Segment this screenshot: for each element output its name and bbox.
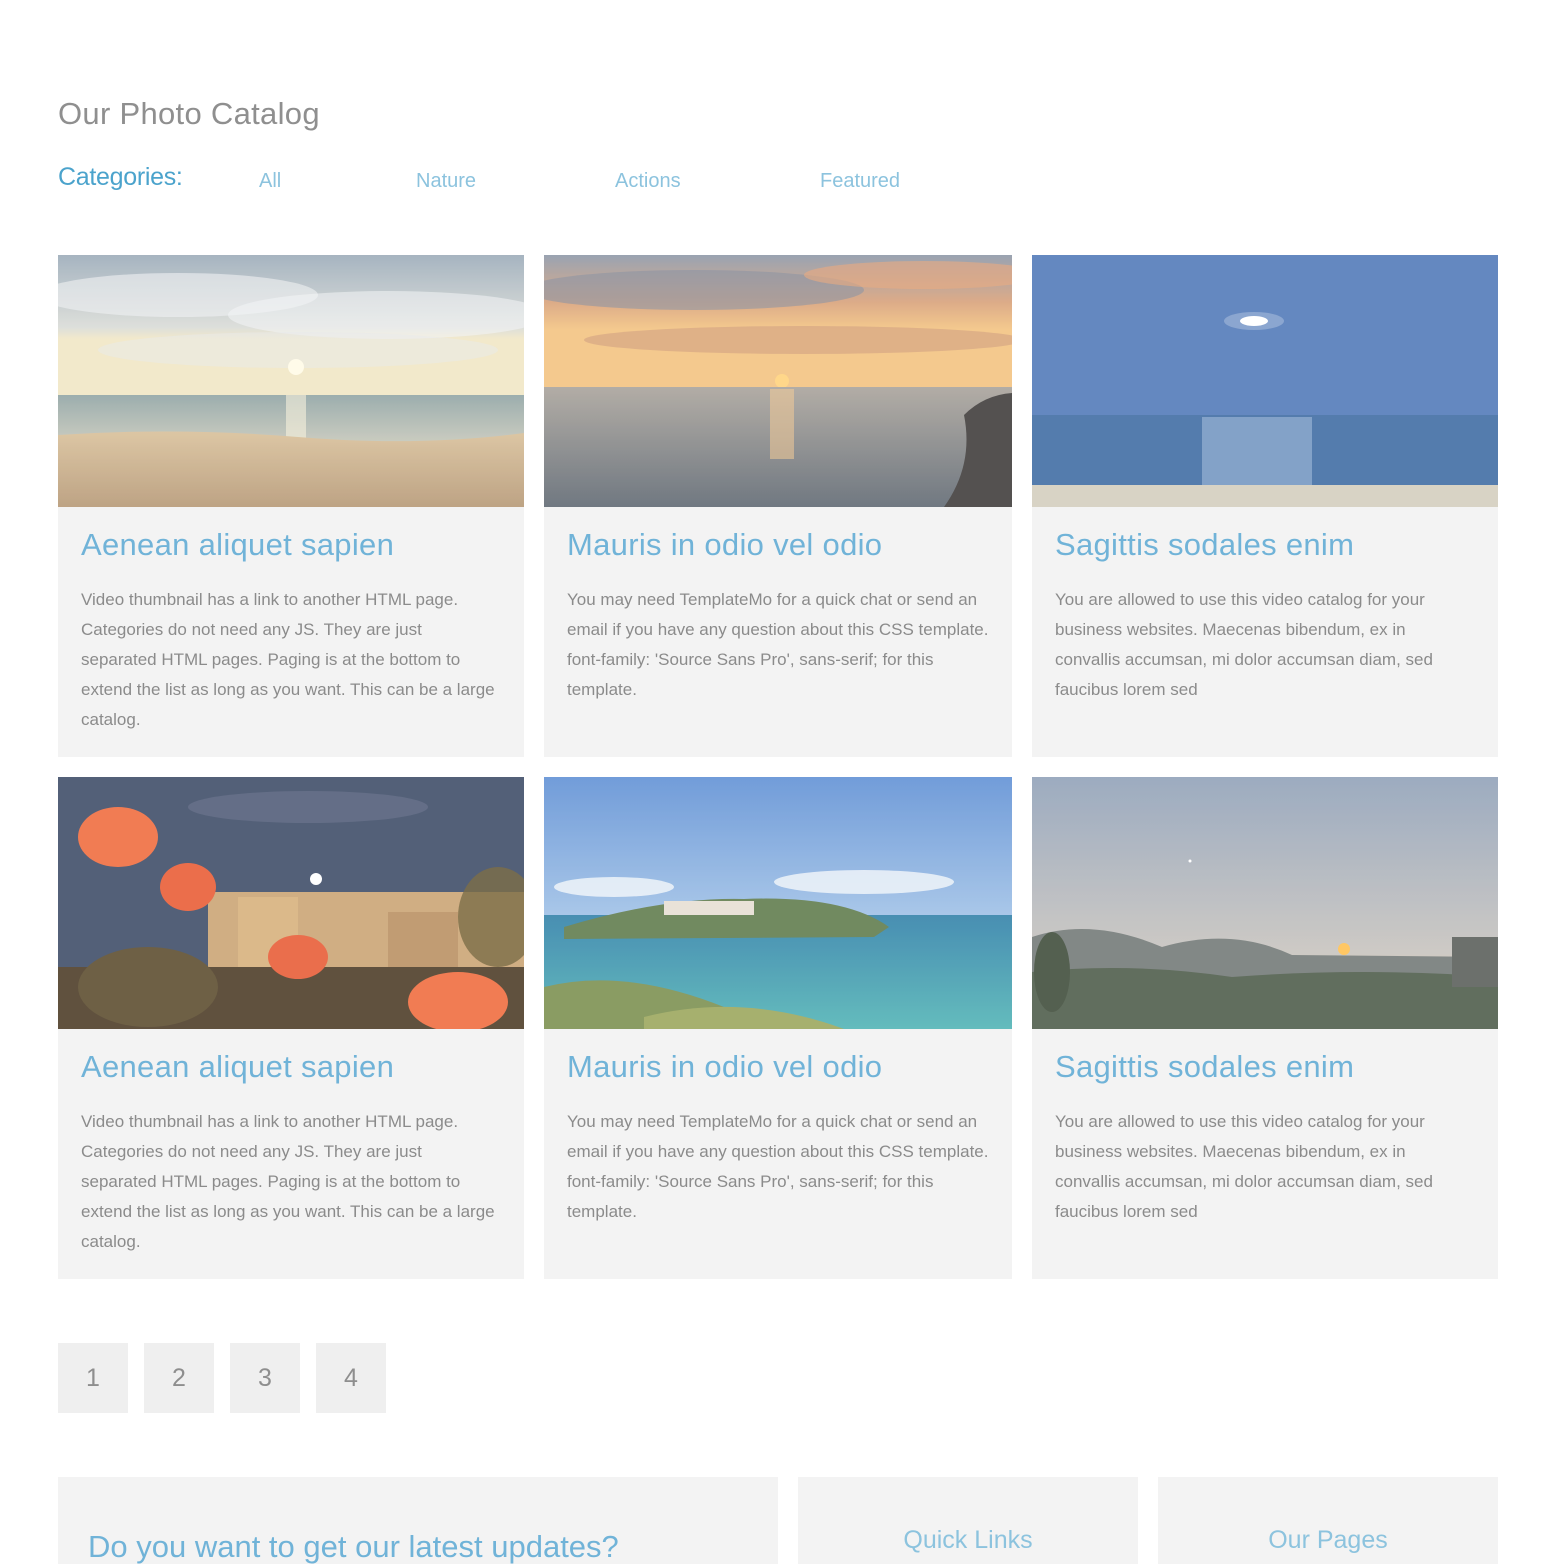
our-pages-section: Our Pages — [1158, 1477, 1498, 1564]
page-button-3[interactable]: 3 — [230, 1343, 300, 1413]
pagination: 1 2 3 4 — [58, 1343, 386, 1413]
category-link-nature[interactable]: Nature — [416, 170, 476, 193]
page-button-1[interactable]: 1 — [58, 1343, 128, 1413]
category-bar: Categories: All Nature Actions Featured — [58, 160, 1058, 200]
photo-card[interactable]: Aenean aliquet sapien Video thumbnail ha… — [58, 777, 524, 1279]
card-title[interactable]: Mauris in odio vel odio — [567, 1047, 989, 1087]
photo-card[interactable]: Sagittis sodales enim You are allowed to… — [1032, 255, 1498, 757]
photo-card[interactable]: Mauris in odio vel odio You may need Tem… — [544, 255, 1012, 757]
card-description: You may need TemplateMo for a quick chat… — [567, 590, 989, 700]
card-description: You are allowed to use this video catalo… — [1055, 1112, 1433, 1222]
flowers-night-town-photo[interactable] — [58, 777, 524, 1029]
mountain-sunset-photo[interactable] — [1032, 777, 1498, 1029]
card-title[interactable]: Aenean aliquet sapien — [81, 525, 501, 565]
sea-sunset-rocks-photo[interactable] — [544, 255, 1012, 507]
category-link-all[interactable]: All — [259, 170, 281, 193]
quick-links-section: Quick Links — [798, 1477, 1138, 1564]
photo-card[interactable]: Aenean aliquet sapien Video thumbnail ha… — [58, 255, 524, 757]
category-link-actions[interactable]: Actions — [615, 170, 681, 193]
page: Our Photo Catalog Categories: All Nature… — [0, 0, 1563, 1564]
card-description: You may need TemplateMo for a quick chat… — [567, 1112, 989, 1222]
our-pages-heading: Our Pages — [1268, 1526, 1388, 1554]
newsletter-title: Do you want to get our latest updates? — [88, 1529, 619, 1564]
photo-grid: Aenean aliquet sapien Video thumbnail ha… — [58, 255, 1498, 1279]
turquoise-cove-photo[interactable] — [544, 777, 1012, 1029]
categories-label: Categories: — [58, 163, 183, 191]
beach-sunrise-clouds-photo[interactable] — [58, 255, 524, 507]
card-title[interactable]: Sagittis sodales enim — [1055, 525, 1475, 565]
card-description: Video thumbnail has a link to another HT… — [81, 590, 495, 730]
category-link-featured[interactable]: Featured — [820, 170, 900, 193]
page-button-2[interactable]: 2 — [144, 1343, 214, 1413]
page-button-4[interactable]: 4 — [316, 1343, 386, 1413]
card-description: Video thumbnail has a link to another HT… — [81, 1112, 495, 1252]
card-title[interactable]: Sagittis sodales enim — [1055, 1047, 1475, 1087]
newsletter-section: Do you want to get our latest updates? — [58, 1477, 778, 1564]
page-title: Our Photo Catalog — [58, 96, 320, 131]
photo-card[interactable]: Sagittis sodales enim You are allowed to… — [1032, 777, 1498, 1279]
photo-card[interactable]: Mauris in odio vel odio You may need Tem… — [544, 777, 1012, 1279]
card-description: You are allowed to use this video catalo… — [1055, 590, 1433, 700]
moon-over-sea-photo[interactable] — [1032, 255, 1498, 507]
quick-links-heading: Quick Links — [903, 1526, 1033, 1554]
card-title[interactable]: Aenean aliquet sapien — [81, 1047, 501, 1087]
card-title[interactable]: Mauris in odio vel odio — [567, 525, 989, 565]
